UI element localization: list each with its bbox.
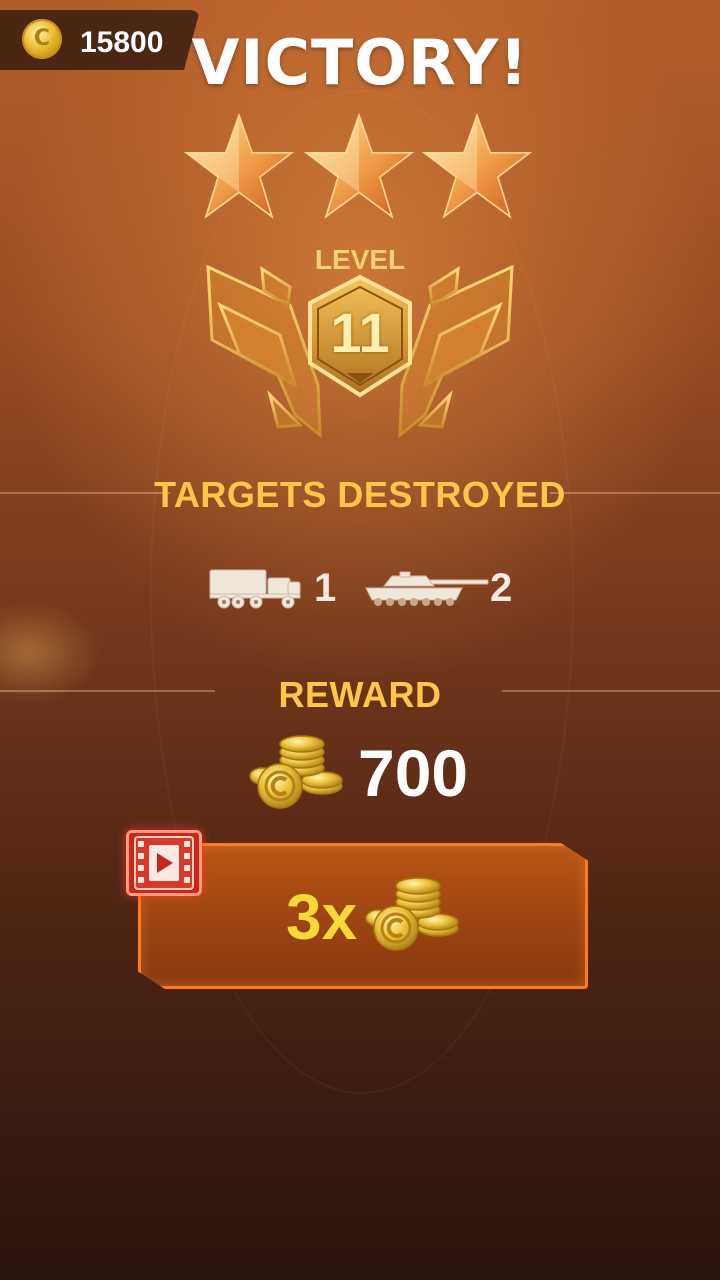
multiplier-label[interactable]: 3x — [286, 880, 357, 954]
targets-destroyed-title: TARGETS DESTROYED — [154, 474, 566, 515]
truck-icon — [209, 569, 301, 609]
video-ad-icon[interactable] — [126, 830, 202, 896]
truck-count: 1 — [314, 566, 337, 610]
coin-stack-icon — [249, 735, 343, 809]
tank-count: 2 — [490, 566, 513, 610]
star-icon — [303, 112, 415, 220]
level-label: LEVEL — [314, 244, 406, 275]
tank-icon — [365, 571, 489, 606]
coin-stack-icon[interactable] — [362, 876, 462, 956]
star-icon — [421, 112, 533, 220]
level-number: 11 — [330, 301, 390, 364]
star-icon — [183, 112, 295, 220]
reward-title: REWARD — [278, 674, 442, 715]
star-rating — [0, 112, 720, 222]
reward-amount: 700 — [358, 736, 469, 810]
result-title: VICTORY! — [191, 26, 529, 99]
